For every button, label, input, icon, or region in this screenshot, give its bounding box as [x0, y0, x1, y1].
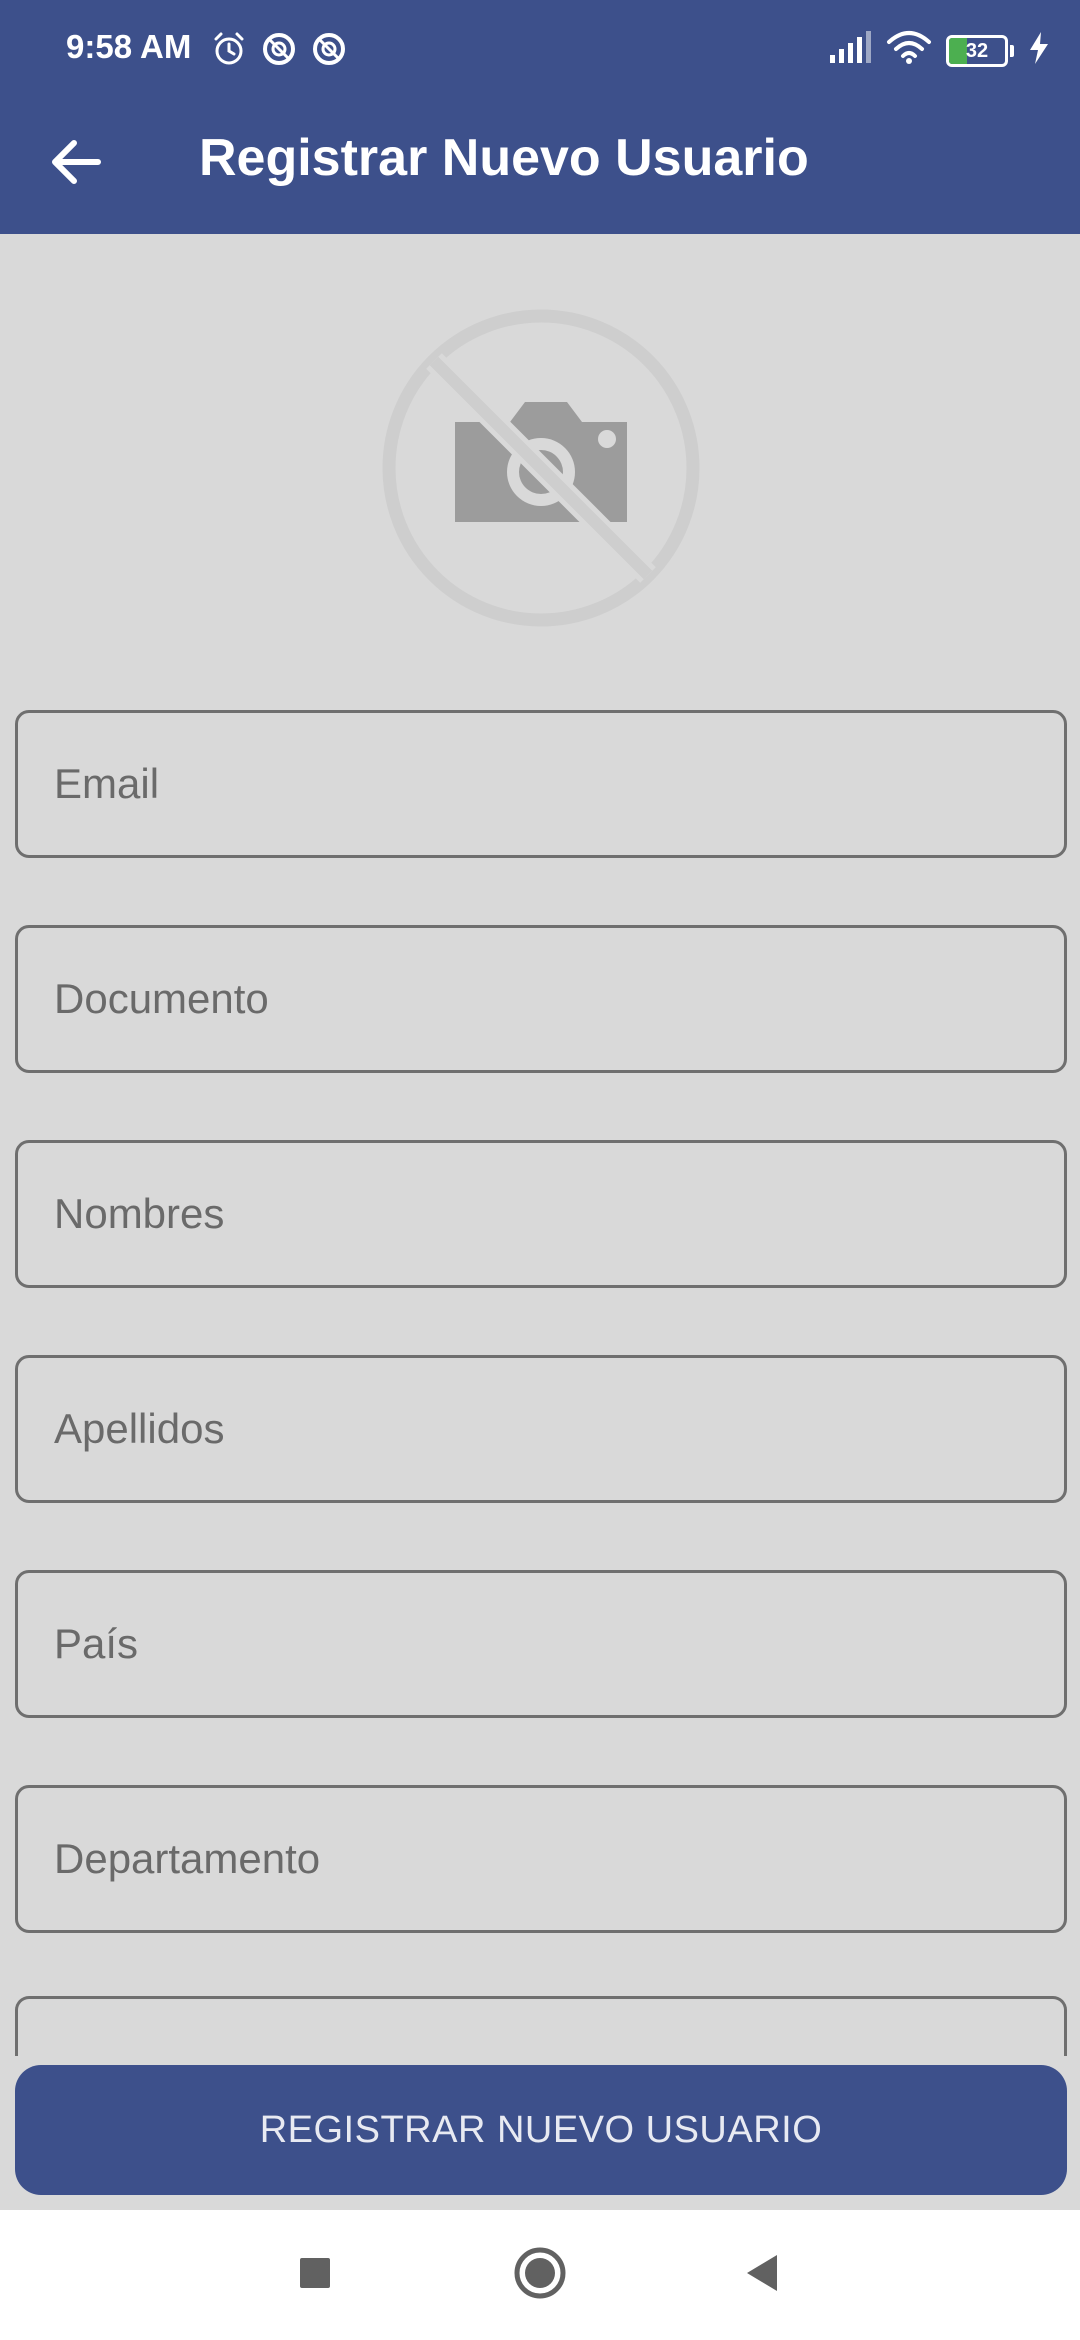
- charging-icon: [1028, 32, 1050, 69]
- back-nav-button[interactable]: [725, 2238, 799, 2312]
- system-navigation-bar: [0, 2210, 1080, 2340]
- home-icon: [513, 2246, 567, 2305]
- department-input[interactable]: [18, 1788, 1064, 1930]
- last-names-field: [15, 1355, 1067, 1503]
- register-user-button[interactable]: REGISTRAR NUEVO USUARIO: [15, 2065, 1067, 2195]
- registration-form: [15, 710, 1067, 2000]
- last-names-input[interactable]: [18, 1358, 1064, 1500]
- status-bar: 9:58 AM 32: [0, 0, 1080, 100]
- no-photo-icon: [382, 309, 700, 631]
- app-screen: 9:58 AM 32 Registrar Nuevo Usuario Email…: [0, 0, 1080, 2340]
- dnd-icon: [260, 30, 298, 68]
- status-system-icons: 32: [828, 30, 1050, 71]
- wifi-icon: [886, 30, 932, 71]
- email-field: [15, 710, 1067, 858]
- document-field: [15, 925, 1067, 1073]
- page-title: Registrar Nuevo Usuario: [199, 129, 809, 187]
- email-input[interactable]: [18, 713, 1064, 855]
- dnd-icon: [310, 30, 348, 68]
- arrow-left-icon: [50, 138, 102, 191]
- signal-icon: [828, 31, 872, 70]
- next-field-partial[interactable]: [15, 1996, 1067, 2056]
- document-input[interactable]: [18, 928, 1064, 1070]
- battery-level: 32: [965, 39, 989, 62]
- battery-tip: [1010, 44, 1014, 57]
- top-bar: 9:58 AM 32 Registrar Nuevo Usuario: [0, 0, 1080, 234]
- home-button[interactable]: [503, 2238, 577, 2312]
- country-field: [15, 1570, 1067, 1718]
- status-notification-icons: [210, 30, 348, 68]
- app-bar: Registrar Nuevo Usuario: [0, 100, 1080, 234]
- back-icon: [743, 2253, 781, 2298]
- back-button[interactable]: [36, 124, 116, 204]
- department-field: [15, 1785, 1067, 1933]
- profile-photo-placeholder[interactable]: [382, 309, 700, 627]
- country-input[interactable]: [18, 1573, 1064, 1715]
- recents-button[interactable]: [278, 2238, 352, 2312]
- battery-icon: 32: [946, 34, 1008, 67]
- recents-icon: [298, 2256, 332, 2295]
- alarm-icon: [210, 30, 248, 68]
- first-names-field: [15, 1140, 1067, 1288]
- first-names-input[interactable]: [18, 1143, 1064, 1285]
- status-time: 9:58 AM: [66, 28, 192, 65]
